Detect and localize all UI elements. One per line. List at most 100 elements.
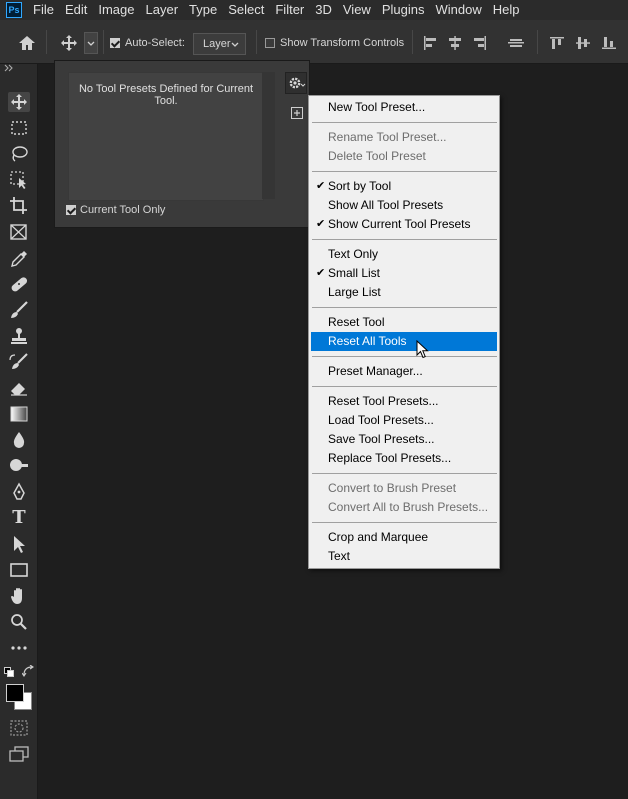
blur-tool-icon[interactable] [8, 430, 30, 450]
menu-file[interactable]: File [28, 0, 60, 20]
menu-item-label: Delete Tool Preset [328, 149, 426, 163]
panel-menu-button[interactable] [285, 72, 307, 94]
show-transform-checkbox[interactable] [265, 38, 275, 48]
collapse-panel-icon[interactable] [4, 64, 14, 74]
foreground-color-swatch[interactable] [6, 684, 24, 702]
menu-filter[interactable]: Filter [270, 0, 310, 20]
menu-item-label: Preset Manager... [328, 364, 423, 378]
menu-select[interactable]: Select [223, 0, 270, 20]
new-tool-preset-icon[interactable] [291, 107, 303, 122]
menu-layer[interactable]: Layer [141, 0, 185, 20]
hand-tool-icon[interactable] [8, 586, 30, 606]
menu-item-label: Sort by Tool [328, 179, 392, 193]
rectangle-tool-icon[interactable] [8, 560, 30, 580]
menu-help[interactable]: Help [488, 0, 526, 20]
align-vertical-center-icon[interactable] [576, 36, 590, 53]
menu-item-delete-tool-preset[interactable]: Delete Tool Preset [311, 147, 497, 166]
menu-item-convert-to-brush-preset[interactable]: Convert to Brush Preset [311, 479, 497, 498]
swap-colors-icon[interactable] [21, 664, 34, 680]
align-top-icon[interactable] [550, 36, 564, 53]
tools-panel: T [0, 64, 38, 799]
menu-item-label: Reset All Tools [328, 334, 407, 348]
options-divider [46, 30, 47, 54]
menu-item-text[interactable]: Text [311, 547, 497, 566]
frame-tool-icon[interactable] [8, 222, 30, 242]
move-tool-icon[interactable] [8, 92, 30, 112]
align-bottom-icon[interactable] [602, 36, 616, 53]
menu-item-save-tool-presets[interactable]: Save Tool Presets... [311, 430, 497, 449]
menu-item-label: Reset Tool Presets... [328, 394, 439, 408]
type-tool-icon[interactable]: T [8, 508, 30, 528]
current-tool-only-label: Current Tool Only [80, 204, 166, 216]
menu-item-reset-all-tools[interactable]: Reset All Tools [311, 332, 497, 351]
menu-item-large-list[interactable]: Large List [311, 283, 497, 302]
brush-tool-icon[interactable] [8, 300, 30, 320]
zoom-tool-icon[interactable] [8, 612, 30, 632]
align-right-icon[interactable] [473, 36, 487, 53]
history-brush-icon[interactable] [8, 352, 30, 372]
tool-presets-empty-message: No Tool Presets Defined for Current Tool… [78, 83, 254, 107]
object-select-tool-icon[interactable] [8, 170, 30, 190]
menu-item-new-tool-preset[interactable]: New Tool Preset... [311, 98, 497, 117]
lasso-tool-icon[interactable] [8, 144, 30, 164]
menu-item-show-current-tool-presets[interactable]: ✔ Show Current Tool Presets [311, 215, 497, 234]
menu-item-text-only[interactable]: Text Only [311, 245, 497, 264]
eyedropper-tool-icon[interactable] [8, 248, 30, 268]
menu-item-sort-by-tool[interactable]: ✔ Sort by Tool [311, 177, 497, 196]
menu-bar: Ps File Edit Image Layer Type Select Fil… [0, 0, 628, 20]
distribute-horizontal-icon[interactable] [508, 36, 524, 53]
menu-item-label: Convert All to Brush Presets... [328, 500, 489, 514]
dodge-tool-icon[interactable] [8, 456, 30, 476]
healing-brush-icon[interactable] [8, 274, 30, 294]
menu-window[interactable]: Window [430, 0, 487, 20]
align-left-icon[interactable] [423, 36, 437, 53]
menu-item-reset-tool[interactable]: Reset Tool [311, 313, 497, 332]
menu-item-replace-tool-presets[interactable]: Replace Tool Presets... [311, 449, 497, 468]
screen-mode-icon[interactable] [9, 746, 29, 765]
menu-item-label: Large List [328, 285, 381, 299]
menu-item-label: Text Only [328, 247, 379, 261]
eraser-tool-icon[interactable] [8, 378, 30, 398]
menu-item-reset-tool-presets[interactable]: Reset Tool Presets... [311, 392, 497, 411]
menu-view[interactable]: View [338, 0, 377, 20]
menu-item-rename-tool-preset[interactable]: Rename Tool Preset... [311, 128, 497, 147]
gradient-tool-icon[interactable] [8, 404, 30, 424]
menu-plugins[interactable]: Plugins [377, 0, 431, 20]
menu-item-load-tool-presets[interactable]: Load Tool Presets... [311, 411, 497, 430]
auto-select-checkbox[interactable] [110, 38, 120, 48]
menu-item-crop-and-marquee[interactable]: Crop and Marquee [311, 528, 497, 547]
align-horizontal-center-icon[interactable] [448, 36, 462, 53]
menu-image[interactable]: Image [93, 0, 140, 20]
menu-item-show-all-tool-presets[interactable]: Show All Tool Presets [311, 196, 497, 215]
menu-item-preset-manager[interactable]: Preset Manager... [311, 362, 497, 381]
menu-3d[interactable]: 3D [310, 0, 338, 20]
tool-presets-list[interactable]: No Tool Presets Defined for Current Tool… [68, 72, 264, 201]
marquee-tool-icon[interactable] [8, 118, 30, 138]
more-tools-icon[interactable] [8, 638, 30, 658]
menu-item-convert-all-to-brush-presets[interactable]: Convert All to Brush Presets... [311, 498, 497, 517]
crop-tool-icon[interactable] [8, 196, 30, 216]
menu-edit[interactable]: Edit [60, 0, 93, 20]
options-divider [256, 30, 257, 54]
tool-preset-picker-icon[interactable] [60, 34, 78, 55]
path-select-icon[interactable] [8, 534, 30, 554]
menu-separator [312, 239, 497, 240]
tool-presets-scrollbar[interactable] [262, 72, 275, 199]
menu-type[interactable]: Type [184, 0, 223, 20]
menu-item-small-list[interactable]: ✔ Small List [311, 264, 497, 283]
home-icon[interactable] [18, 35, 36, 54]
clone-stamp-icon[interactable] [8, 326, 30, 346]
tool-preset-dropdown[interactable] [84, 32, 98, 54]
checkmark-icon: ✔ [316, 180, 326, 192]
auto-select-label: Auto-Select: [125, 37, 185, 49]
checkmark-icon: ✔ [316, 267, 326, 279]
menu-item-label: Convert to Brush Preset [328, 481, 457, 495]
chevron-down-icon [87, 41, 95, 46]
options-divider [103, 30, 104, 54]
default-colors-icon[interactable] [4, 666, 14, 680]
quick-mask-icon[interactable] [10, 720, 28, 739]
pen-tool-icon[interactable] [8, 482, 30, 502]
current-tool-only-checkbox[interactable] [66, 205, 76, 215]
auto-select-target-select[interactable]: Layer [193, 33, 246, 55]
menu-item-label: Show Current Tool Presets [328, 217, 471, 231]
